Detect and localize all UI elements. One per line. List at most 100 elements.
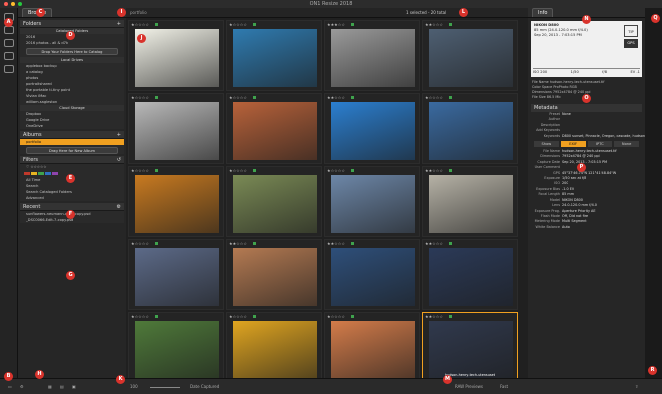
sort-select[interactable]: Date Captured <box>190 384 219 389</box>
star-rating[interactable]: ★☆☆☆☆ <box>229 95 247 100</box>
share-icon[interactable]: ⇪ <box>635 384 638 389</box>
photo-thumbnail[interactable] <box>233 29 317 87</box>
star-rating[interactable]: ★☆☆☆☆ <box>131 168 149 173</box>
preview-mode-select[interactable]: Fast <box>500 384 508 389</box>
color-label-badge[interactable] <box>449 22 452 26</box>
star-rating[interactable]: ★★☆☆☆ <box>229 241 247 246</box>
purple-swatch[interactable] <box>52 172 58 175</box>
thumbnail-cell[interactable]: ★★☆☆☆ <box>226 239 322 310</box>
color-label-badge[interactable] <box>449 314 452 318</box>
metadata-header[interactable]: Metadata <box>531 104 642 112</box>
reset-filters-icon[interactable]: ↺ <box>117 157 121 163</box>
field-value[interactable]: Auto <box>562 225 570 230</box>
color-label-badge[interactable] <box>449 241 452 245</box>
photo-thumbnail[interactable] <box>233 102 317 160</box>
photo-thumbnail[interactable] <box>135 175 219 233</box>
color-label-badge[interactable] <box>155 241 158 245</box>
yellow-swatch[interactable] <box>31 172 37 175</box>
star-rating[interactable]: ★★☆☆☆ <box>425 314 443 319</box>
star-rating[interactable]: ★☆☆☆☆ <box>229 314 247 319</box>
thumbnail-cell[interactable]: ★☆☆☆☆ <box>128 239 224 310</box>
color-label-badge[interactable] <box>351 241 354 245</box>
tip-button[interactable]: TIP <box>624 25 638 37</box>
photo-thumbnail[interactable] <box>331 321 415 379</box>
thumbnail-cell[interactable]: ★★☆☆☆ hudson-henry-tech-utensuset <box>422 312 518 383</box>
photo-thumbnail[interactable] <box>135 248 219 306</box>
star-rating[interactable]: ★★☆☆☆ <box>327 95 345 100</box>
star-rating[interactable]: ★☆☆☆☆ <box>327 314 345 319</box>
thumbnail-cell[interactable]: ★☆☆☆☆ <box>128 20 224 91</box>
filters-header[interactable]: Filters ↺ <box>20 156 124 164</box>
thumbnail-cell[interactable]: ★★☆☆☆ <box>324 93 420 164</box>
color-label-badge[interactable] <box>155 95 158 99</box>
thumbnail-cell[interactable]: ★☆☆☆☆ <box>324 312 420 383</box>
field-value[interactable]: D800 sunset, Pinnacle, Oregon, cascade, … <box>562 134 645 139</box>
thumbnail-cell[interactable]: ★☆☆☆☆ <box>422 93 518 164</box>
thumbnail-cell[interactable]: ★☆☆☆☆ <box>324 166 420 237</box>
photo-thumbnail[interactable] <box>429 175 513 233</box>
settings-icon[interactable]: ⚙ <box>20 384 24 389</box>
color-label-badge[interactable] <box>351 22 354 26</box>
photo-thumbnail[interactable] <box>429 29 513 87</box>
thumbnail-cell[interactable]: ★☆☆☆☆ <box>128 312 224 383</box>
photo-thumbnail[interactable] <box>135 102 219 160</box>
photo-thumbnail[interactable] <box>331 29 415 87</box>
thumbnail-cell[interactable]: ★★☆☆☆ <box>422 239 518 310</box>
thumbnail-cell[interactable]: ★★☆☆☆ <box>324 239 420 310</box>
color-label-badge[interactable] <box>253 22 256 26</box>
color-label-badge[interactable] <box>449 95 452 99</box>
star-rating[interactable]: ★★☆☆☆ <box>425 168 443 173</box>
gps-button[interactable]: GPS <box>624 39 638 48</box>
photo-thumbnail[interactable] <box>233 248 317 306</box>
star-rating[interactable]: ★☆☆☆☆ <box>131 95 149 100</box>
color-label-badge[interactable] <box>351 168 354 172</box>
filter-option[interactable]: Advanced <box>20 195 124 201</box>
folders-header[interactable]: Folders + <box>20 20 124 28</box>
color-label-badge[interactable] <box>351 95 354 99</box>
thumbnail-cell[interactable]: ★☆☆☆☆ <box>226 312 322 383</box>
thumbnail-size-slider[interactable] <box>150 387 180 388</box>
star-rating[interactable]: ★☆☆☆☆ <box>131 22 149 27</box>
color-label-badge[interactable] <box>351 314 354 318</box>
tab-none[interactable]: None <box>614 141 639 148</box>
color-label-badge[interactable] <box>253 95 256 99</box>
star-rating[interactable]: ★★☆☆☆ <box>425 22 443 27</box>
grid-view-icon[interactable]: ▦ <box>48 384 52 389</box>
blue-swatch[interactable] <box>45 172 51 175</box>
tab-show[interactable]: Show <box>534 141 559 148</box>
album-item-selected[interactable]: portfolio <box>20 139 124 145</box>
camera-icon[interactable] <box>4 26 14 34</box>
red-swatch[interactable] <box>24 172 30 175</box>
color-label-badge[interactable] <box>155 22 158 26</box>
star-rating[interactable]: ★☆☆☆☆ <box>229 168 247 173</box>
star-rating[interactable]: ★☆☆☆☆ <box>131 314 149 319</box>
thumbnail-cell[interactable]: ★★★☆☆ <box>324 20 420 91</box>
photo-thumbnail[interactable] <box>331 248 415 306</box>
photo-thumbnail[interactable] <box>233 175 317 233</box>
green-swatch[interactable] <box>38 172 44 175</box>
star-rating[interactable]: ★☆☆☆☆ <box>131 241 149 246</box>
thumbnail-cell[interactable]: ★★☆☆☆ <box>422 166 518 237</box>
star-rating[interactable]: ★☆☆☆☆ <box>425 95 443 100</box>
thumbnail-cell[interactable]: ★☆☆☆☆ <box>226 166 322 237</box>
thumbnail-cell[interactable]: ★☆☆☆☆ <box>128 93 224 164</box>
albums-header[interactable]: Albums + <box>20 131 124 139</box>
folder-item[interactable]: 2016 photos - all & d7k <box>20 40 124 46</box>
photo-thumbnail[interactable] <box>331 175 415 233</box>
star-rating[interactable]: ★☆☆☆☆ <box>229 22 247 27</box>
filmstrip-view-icon[interactable]: ▤ <box>60 384 64 389</box>
color-label-badge[interactable] <box>155 314 158 318</box>
tab-exif[interactable]: EXIF <box>560 141 586 148</box>
photo-thumbnail[interactable] <box>429 248 513 306</box>
color-label-badge[interactable] <box>155 168 158 172</box>
star-rating[interactable]: ★★☆☆☆ <box>425 241 443 246</box>
thumbnail-cell[interactable]: ★★☆☆☆ <box>422 20 518 91</box>
thumbnail-cell[interactable]: ★☆☆☆☆ <box>226 93 322 164</box>
thumbnail-cell[interactable]: ★☆☆☆☆ <box>226 20 322 91</box>
cloud-item[interactable]: OneDrive <box>20 123 124 129</box>
tab-iptc[interactable]: IPTC <box>587 141 613 148</box>
star-rating[interactable]: ★★☆☆☆ <box>327 241 345 246</box>
color-label-badge[interactable] <box>253 314 256 318</box>
add-album-icon[interactable]: + <box>117 132 121 138</box>
thumbnail-cell[interactable]: ★☆☆☆☆ <box>128 166 224 237</box>
